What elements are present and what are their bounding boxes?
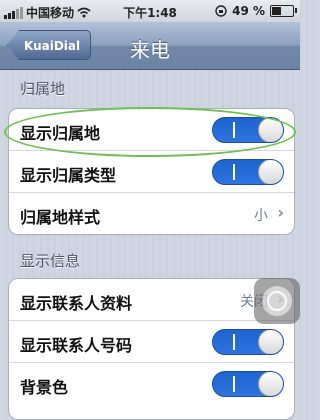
row-label: 归属地样式 xyxy=(20,208,101,227)
row-background-color[interactable]: 背景色 xyxy=(9,362,294,404)
row-label: 背景色 xyxy=(20,378,69,397)
assistive-touch-icon[interactable] xyxy=(254,278,300,324)
status-bar: 中国移动 下午1:48 49 % xyxy=(0,0,300,22)
row-show-location[interactable]: 显示归属地 xyxy=(9,109,294,150)
row-show-location-type[interactable]: 显示归属类型 xyxy=(9,150,294,192)
chevron-right-icon: › xyxy=(277,203,284,222)
background-color-toggle[interactable] xyxy=(212,371,284,397)
battery-fill xyxy=(272,7,281,15)
toggle-knob xyxy=(258,372,283,396)
row-show-contact-number[interactable]: 显示联系人号码 xyxy=(9,320,294,362)
row-label: 显示联系人号码 xyxy=(20,336,133,355)
settings-group-display-info: 显示联系人资料 关闭 › 显示联系人号码 背景色 xyxy=(8,278,295,420)
settings-group-location: 显示归属地 显示归属类型 归属地样式 小 › xyxy=(8,108,295,235)
row-show-contact-info[interactable]: 显示联系人资料 关闭 › xyxy=(9,279,294,320)
lock-rotation-icon xyxy=(215,5,227,17)
battery-percent: 49 % xyxy=(232,4,265,18)
row-value: 小 xyxy=(254,208,268,224)
page-title: 来电 xyxy=(130,38,170,62)
row-label: 显示归属类型 xyxy=(20,166,117,185)
show-location-type-toggle[interactable] xyxy=(212,159,284,185)
row-location-style[interactable]: 归属地样式 小 › xyxy=(9,192,294,234)
navigation-bar: KuaiDial 来电 xyxy=(0,22,300,70)
row-label: 显示联系人资料 xyxy=(20,294,133,313)
toggle-knob xyxy=(258,118,283,142)
show-location-toggle[interactable] xyxy=(212,117,284,143)
show-contact-number-toggle[interactable] xyxy=(212,329,284,355)
toggle-knob xyxy=(258,330,283,354)
battery-icon xyxy=(270,5,297,17)
toggle-knob xyxy=(258,160,283,184)
section-header-location: 归属地 xyxy=(20,80,66,98)
section-header-display-info: 显示信息 xyxy=(20,252,81,270)
row-label: 显示归属地 xyxy=(20,124,101,143)
